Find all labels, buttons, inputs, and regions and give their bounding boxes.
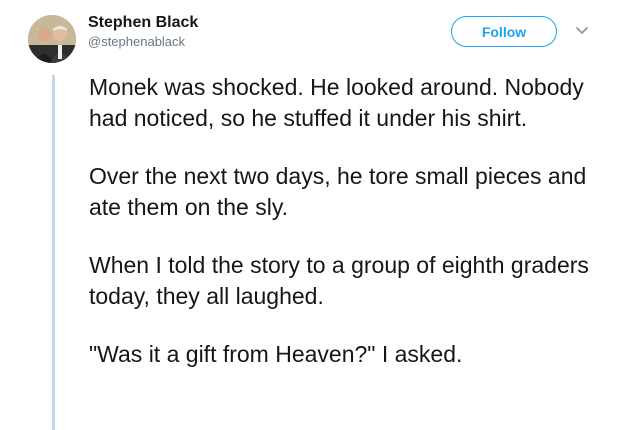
tweet-paragraph: "Was it a gift from Heaven?" I asked.	[89, 341, 463, 367]
tweet-text: Monek was shocked. He looked around. Nob…	[89, 72, 609, 397]
chevron-down-icon[interactable]	[575, 26, 589, 36]
display-name[interactable]: Stephen Black	[88, 13, 198, 33]
thread-line	[52, 75, 55, 430]
tweet-paragraph: Over the next two days, he tore small pi…	[89, 163, 587, 220]
user-info[interactable]: Stephen Black @stephenablack	[88, 13, 198, 50]
avatar-photo	[28, 15, 76, 63]
avatar[interactable]	[28, 15, 76, 63]
tweet-paragraph: When I told the story to a group of eigh…	[89, 252, 589, 309]
user-handle[interactable]: @stephenablack	[88, 33, 198, 50]
follow-button[interactable]: Follow	[451, 16, 557, 47]
tweet-paragraph: Monek was shocked. He looked around. Nob…	[89, 74, 584, 131]
